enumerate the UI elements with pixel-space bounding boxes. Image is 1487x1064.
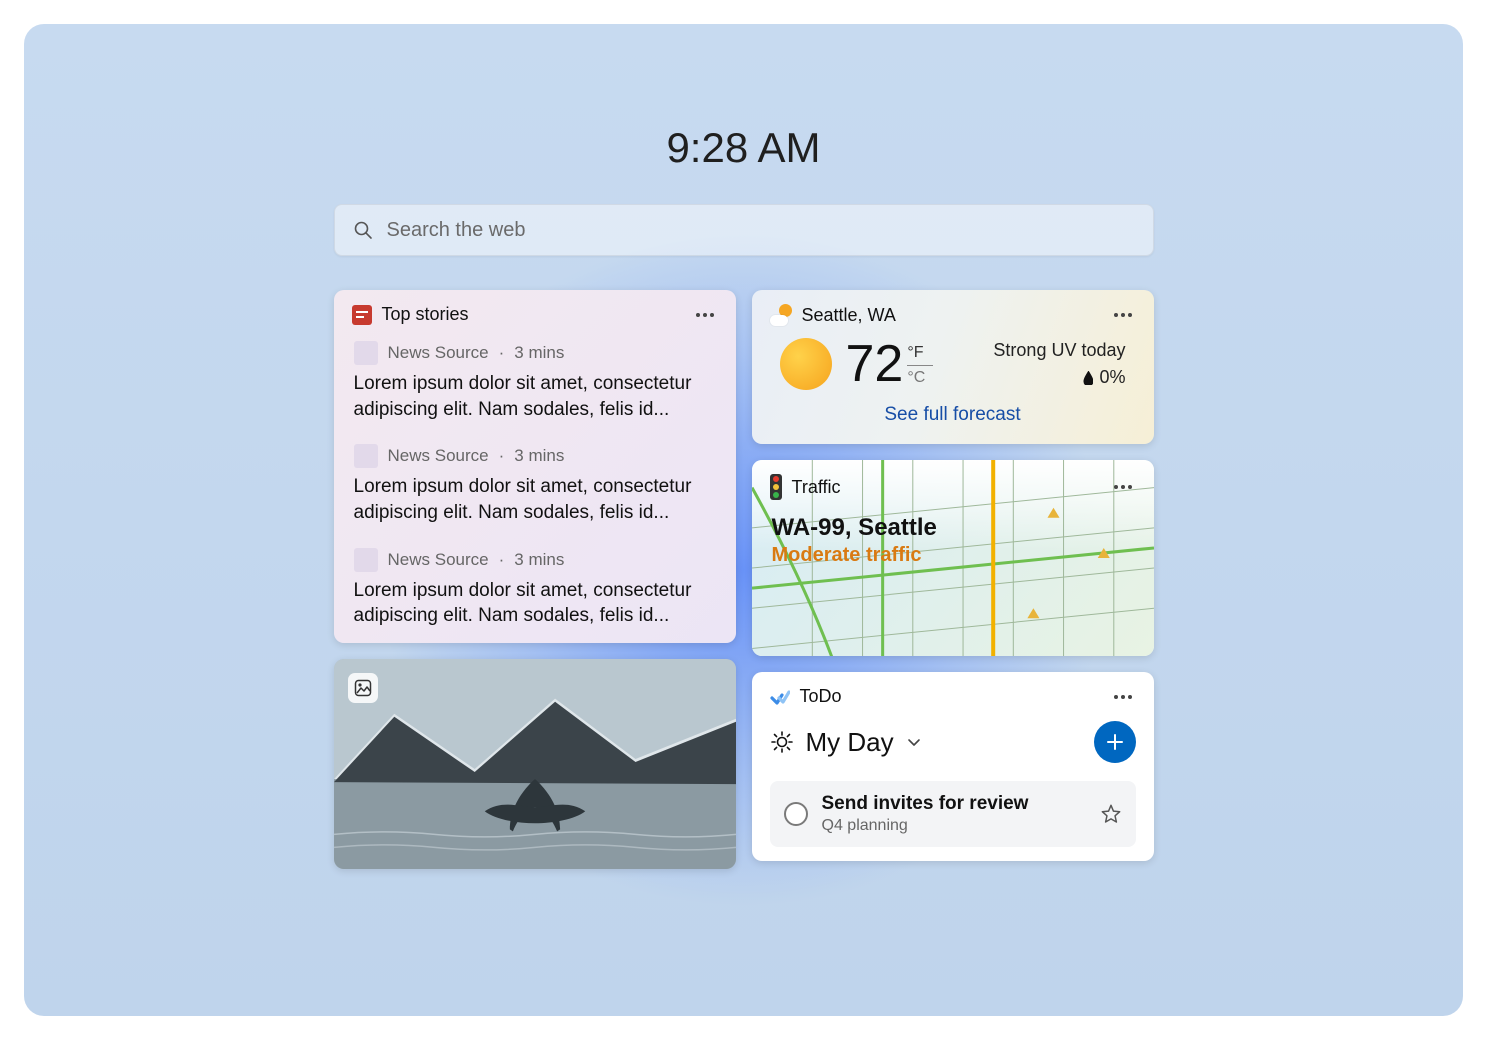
clock: 9:28 AM [24, 124, 1463, 172]
sun-outline-icon [770, 730, 794, 754]
story-source: News Source [388, 550, 489, 570]
story-source: News Source [388, 343, 489, 363]
story-thumbnail [354, 341, 378, 365]
see-full-forecast-link[interactable]: See full forecast [752, 396, 1154, 444]
traffic-status: Moderate traffic [772, 544, 1134, 567]
temperature-unit-toggle[interactable]: °F °C [907, 338, 933, 387]
todo-icon [770, 687, 790, 707]
widgets-board: 9:28 AM Top stories News Source · [24, 24, 1463, 1016]
add-task-button[interactable] [1094, 721, 1136, 763]
story-headline: Lorem ipsum dolor sit amet, consectetur … [354, 578, 716, 629]
story-item[interactable]: News Source · 3 mins Lorem ipsum dolor s… [334, 436, 736, 539]
weather-precip: 0% [1099, 367, 1125, 388]
weather-icon [770, 304, 792, 326]
todo-list-selector[interactable]: My Day [770, 727, 922, 758]
search-input[interactable] [387, 219, 1135, 242]
todo-widget[interactable]: ToDo [752, 672, 1154, 861]
weather-widget[interactable]: Seattle, WA 72 °F °C [752, 290, 1154, 444]
droplet-icon [1083, 371, 1093, 385]
traffic-light-icon [770, 474, 782, 500]
weather-more-button[interactable] [1110, 305, 1136, 325]
plus-icon [1105, 732, 1125, 752]
weather-alert: Strong UV today [993, 340, 1125, 361]
story-age: 3 mins [514, 550, 564, 570]
weather-location: Seattle, WA [802, 305, 1110, 326]
top-stories-more-button[interactable] [692, 305, 718, 325]
task-item[interactable]: Send invites for review Q4 planning [770, 781, 1136, 847]
task-title: Send invites for review [822, 793, 1086, 815]
todo-title: ToDo [800, 686, 1110, 707]
story-age: 3 mins [514, 343, 564, 363]
sun-icon [780, 338, 832, 390]
story-thumbnail [354, 444, 378, 468]
star-icon[interactable] [1100, 803, 1122, 825]
search-icon [353, 220, 373, 240]
task-subtitle: Q4 planning [822, 817, 1086, 835]
traffic-widget[interactable]: Traffic WA-99, Seattle Moderate traffic [752, 460, 1154, 656]
story-item[interactable]: News Source · 3 mins Lorem ipsum dolor s… [334, 333, 736, 436]
todo-more-button[interactable] [1110, 687, 1136, 707]
story-source: News Source [388, 446, 489, 466]
story-item[interactable]: News Source · 3 mins Lorem ipsum dolor s… [334, 540, 736, 643]
story-headline: Lorem ipsum dolor sit amet, consectetur … [354, 474, 716, 525]
news-icon [352, 305, 372, 325]
story-headline: Lorem ipsum dolor sit amet, consectetur … [354, 371, 716, 422]
story-thumbnail [354, 548, 378, 572]
photo-image [334, 659, 736, 869]
top-stories-title: Top stories [382, 304, 692, 325]
weather-temperature: 72 [846, 338, 904, 390]
search-bar[interactable] [334, 204, 1154, 256]
photos-icon [348, 673, 378, 703]
task-complete-toggle[interactable] [784, 802, 808, 826]
photos-widget[interactable] [334, 659, 736, 869]
top-stories-widget[interactable]: Top stories News Source · 3 mins Lorem i… [334, 290, 736, 643]
traffic-title: Traffic [792, 477, 1110, 498]
traffic-route: WA-99, Seattle [772, 514, 1134, 542]
story-age: 3 mins [514, 446, 564, 466]
todo-list-name: My Day [806, 727, 894, 758]
chevron-down-icon [906, 734, 922, 750]
traffic-more-button[interactable] [1110, 477, 1136, 497]
